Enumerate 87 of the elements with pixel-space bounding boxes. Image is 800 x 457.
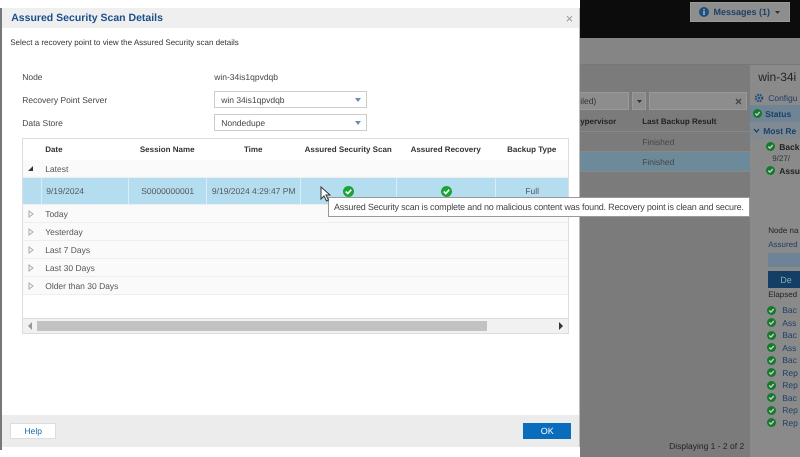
activity-link[interactable]: Ass xyxy=(782,342,796,353)
check-icon xyxy=(767,318,776,328)
field-label: Data Store xyxy=(22,118,64,128)
field-value: win-34is1qpvdqb xyxy=(214,72,278,82)
caret-icon xyxy=(774,10,781,14)
panel-label: Elapsed xyxy=(767,290,798,301)
check-icon xyxy=(767,393,776,402)
event-date: 9/27/ xyxy=(771,154,791,163)
panel-bar xyxy=(768,253,800,267)
check-icon xyxy=(766,142,776,151)
tooltip: Assured Security scan is complete and no malicious content was found. Recovery point is clean and secure. xyxy=(328,197,750,217)
activity-link[interactable]: Rep xyxy=(782,368,798,378)
group-row[interactable]: Last 30 Days xyxy=(23,259,568,277)
activity-link[interactable]: Bac xyxy=(782,305,797,316)
info-icon xyxy=(699,7,710,17)
column-header[interactable]: Session Name xyxy=(128,145,206,154)
check-icon xyxy=(767,306,776,315)
node-title: win-34i xyxy=(758,70,798,84)
field-label: Node xyxy=(22,72,44,82)
paging-status: Displaying 1 - 2 of 2 xyxy=(669,441,744,451)
column-header[interactable]: ypervisor xyxy=(580,117,642,126)
gear-icon xyxy=(754,92,764,102)
activity-link[interactable]: Ass xyxy=(782,318,796,328)
expand-icon xyxy=(27,282,36,290)
chevron-icon xyxy=(753,128,760,133)
table-row[interactable]: Finished xyxy=(580,152,750,172)
clear-icon[interactable] xyxy=(735,98,742,104)
activity-link[interactable]: Bac xyxy=(782,355,797,366)
panel-label: Node na xyxy=(767,226,800,237)
column-header[interactable]: Time xyxy=(206,145,300,154)
table-cell: S0000000001 xyxy=(128,178,206,204)
filter-dropdown[interactable]: iled) xyxy=(580,92,630,110)
panel-button[interactable]: De xyxy=(768,271,800,288)
check-icon xyxy=(753,109,762,118)
column-header[interactable]: Assured Recovery xyxy=(396,145,496,154)
expand-icon xyxy=(27,228,36,236)
check-icon xyxy=(767,406,776,415)
group-row[interactable]: Last 7 Days xyxy=(23,241,568,259)
activity-link[interactable]: Rep xyxy=(782,380,798,390)
close-button[interactable]: × xyxy=(566,12,574,24)
check-icon xyxy=(767,368,776,378)
collapse-icon xyxy=(27,164,36,172)
column-header[interactable]: Assured Security Scan xyxy=(300,145,396,154)
horizontal-scrollbar[interactable] xyxy=(23,318,568,333)
check-icon xyxy=(766,166,776,175)
instruction-text: Select a recovery point to view the Assured Security scan details xyxy=(10,38,240,47)
ok-button[interactable]: OK xyxy=(523,423,572,439)
dropdown-field[interactable]: win 34is1qpvdqb xyxy=(214,91,368,108)
check-icon xyxy=(767,356,776,365)
expand-icon xyxy=(27,210,36,218)
section-header[interactable]: Most Re xyxy=(750,122,800,139)
group-row[interactable]: Latest xyxy=(23,160,568,178)
table-cell: 9/19/2024 xyxy=(41,178,128,204)
activity-link[interactable]: Bac xyxy=(782,330,797,340)
expand-icon xyxy=(27,246,36,254)
caret-icon xyxy=(354,120,362,126)
status-header[interactable]: Status xyxy=(750,105,800,122)
expand-icon xyxy=(27,264,36,272)
help-button[interactable]: Help xyxy=(10,423,56,439)
scroll-left-icon[interactable] xyxy=(27,322,34,330)
messages-button[interactable]: Messages (1) xyxy=(690,2,790,22)
panel-link[interactable]: Assured xyxy=(750,240,800,253)
dialog-title: Assured Security Scan Details xyxy=(11,12,163,24)
check-icon xyxy=(767,418,776,428)
check-icon xyxy=(767,343,776,352)
table-cell: 9/19/2024 4:29:47 PM xyxy=(206,178,300,204)
cursor-icon xyxy=(320,186,331,202)
column-header[interactable]: Date xyxy=(41,145,128,154)
group-row[interactable]: Yesterday xyxy=(23,223,568,241)
event-title: Assu xyxy=(779,166,800,176)
configure-link[interactable]: Configu xyxy=(768,92,798,102)
column-header[interactable]: Last Backup Result xyxy=(642,117,716,126)
group-row[interactable]: Older than 30 Days xyxy=(23,277,568,295)
caret-icon xyxy=(636,98,643,104)
scroll-right-icon[interactable] xyxy=(558,322,564,330)
activity-link[interactable]: Rep xyxy=(782,418,798,428)
activity-link[interactable]: Bac xyxy=(782,392,797,403)
search-field[interactable] xyxy=(649,92,748,110)
check-icon xyxy=(767,380,776,390)
field-label: Recovery Point Server xyxy=(22,94,108,104)
check-icon xyxy=(767,330,776,340)
column-header[interactable]: Backup Type xyxy=(495,145,568,154)
caret-icon xyxy=(354,96,362,102)
dropdown-field[interactable]: Nondedupe xyxy=(214,114,368,131)
activity-link[interactable]: Rep xyxy=(782,405,798,416)
dropdown-button[interactable] xyxy=(632,92,646,110)
event-title: Back xyxy=(779,142,800,152)
